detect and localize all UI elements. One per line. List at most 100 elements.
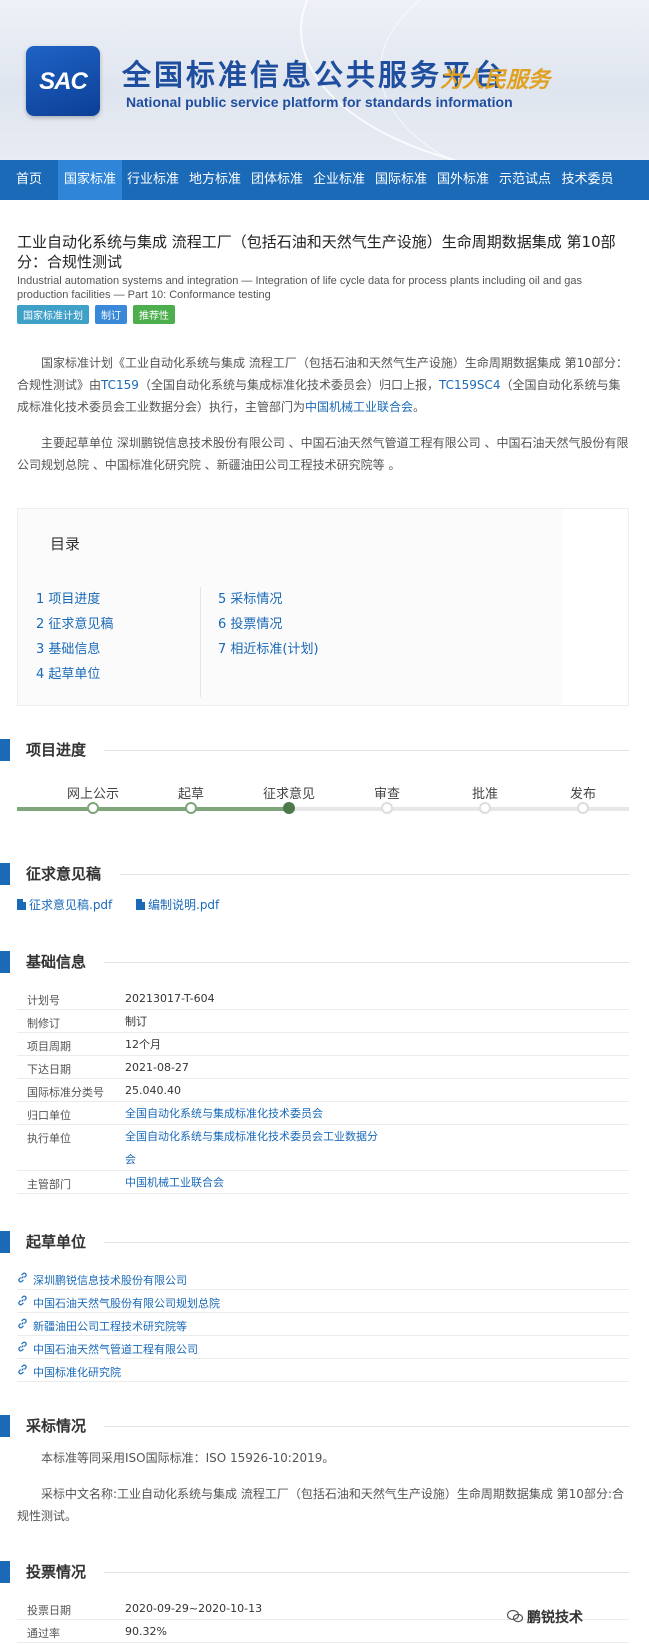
toc-column-right: 5 采标情况 6 投票情况 7 相近标准(计划) xyxy=(218,587,319,662)
drafter-item[interactable]: 中国石油天然气管道工程有限公司 xyxy=(17,1336,629,1359)
toc-divider xyxy=(200,587,201,697)
info-row: 制修订 制订 xyxy=(17,1010,629,1033)
file-icon xyxy=(136,899,145,910)
section-divider xyxy=(104,962,629,963)
section-marker xyxy=(0,863,10,885)
toc-title: 目录 xyxy=(50,535,81,553)
file-link-draft[interactable]: 征求意见稿.pdf xyxy=(17,896,112,913)
info-row: 执行单位 全国自动化系统与集成标准化技术委员会工业数据分会 xyxy=(17,1125,629,1171)
nav-item[interactable]: 地方标准 xyxy=(184,160,246,200)
info-key: 制修订 xyxy=(27,1017,60,1030)
drafter-item[interactable]: 中国石油天然气股份有限公司规划总院 xyxy=(17,1290,629,1313)
toc-panel: 目录 1 项目进度 2 征求意见稿 3 基础信息 4 起草单位 5 采标情况 6 投票情… xyxy=(18,509,563,705)
section-title: 基础信息 xyxy=(26,953,87,971)
progress-step-label: 起草 xyxy=(177,787,204,802)
site-banner: SAC 全国标准信息公共服务平台 National public service… xyxy=(0,0,649,160)
progress-fill xyxy=(17,807,289,811)
nav-item[interactable]: 行业标准 xyxy=(122,160,184,200)
progress-step-label: 批准 xyxy=(471,787,498,802)
drafter-name: 深圳鹏锐信息技术股份有限公司 xyxy=(33,1274,187,1287)
toc-link[interactable]: 4 起草单位 xyxy=(36,662,113,687)
info-row: 归口单位 全国自动化系统与集成标准化技术委员会 xyxy=(17,1102,629,1125)
progress-step-dot xyxy=(577,802,589,814)
info-value[interactable]: 全国自动化系统与集成标准化技术委员会工业数据分会 xyxy=(125,1125,385,1171)
sac-logo[interactable]: SAC xyxy=(26,46,100,116)
watermark: 鹏锐技术 xyxy=(527,1610,583,1626)
section-marker xyxy=(0,951,10,973)
progress-step-label: 审查 xyxy=(373,787,400,802)
progress-step-label: 征求意见 xyxy=(262,787,315,802)
tc159sc4-link[interactable]: TC159SC4 xyxy=(439,378,501,392)
toc-link[interactable]: 6 投票情况 xyxy=(218,612,319,637)
tag-list: 国家标准计划 制订 推荐性 xyxy=(17,305,175,324)
toc-link[interactable]: 1 项目进度 xyxy=(36,587,113,612)
main-nav: 首页 国家标准 行业标准 地方标准 团体标准 企业标准 国际标准 国外标准 示范试点 技术委员 xyxy=(0,160,649,200)
vote-value: 90.32% xyxy=(125,1625,167,1638)
section-header-adoption: 采标情况 xyxy=(0,1415,649,1439)
intro-text: 。 xyxy=(413,400,426,414)
section-title: 采标情况 xyxy=(26,1417,87,1435)
info-key: 项目周期 xyxy=(27,1040,71,1053)
nav-item[interactable]: 国际标准 xyxy=(370,160,432,200)
progress-step-dot xyxy=(479,802,491,814)
drafter-name: 中国石油天然气管道工程有限公司 xyxy=(33,1343,198,1356)
nav-item[interactable]: 国外标准 xyxy=(432,160,494,200)
section-header-drafters: 起草单位 xyxy=(0,1231,649,1255)
link-icon xyxy=(18,1272,27,1283)
section-header-drafts: 征求意见稿 xyxy=(0,863,649,887)
info-value[interactable]: 全国自动化系统与集成标准化技术委员会 xyxy=(125,1102,385,1125)
nav-item[interactable]: 首页 xyxy=(0,160,58,200)
file-name: 编制说明.pdf xyxy=(148,898,220,912)
section-marker xyxy=(0,1561,10,1583)
tc159-link[interactable]: TC159 xyxy=(101,378,139,392)
info-key: 计划号 xyxy=(27,994,60,1007)
drafter-item[interactable]: 深圳鹏锐信息技术股份有限公司 xyxy=(17,1267,629,1290)
toc-column-left: 1 项目进度 2 征求意见稿 3 基础信息 4 起草单位 xyxy=(36,587,113,687)
toc-link[interactable]: 5 采标情况 xyxy=(218,587,319,612)
drafter-item[interactable]: 中国标准化研究院 xyxy=(17,1359,629,1382)
file-name: 征求意见稿.pdf xyxy=(29,898,113,912)
info-value[interactable]: 中国机械工业联合会 xyxy=(125,1171,385,1194)
info-row: 计划号 20213017-T-604 xyxy=(17,987,629,1010)
progress-step-label: 发布 xyxy=(569,787,596,802)
progress-step-label: 网上公示 xyxy=(66,787,119,802)
info-row: 项目周期 12个月 xyxy=(17,1033,629,1056)
info-row: 下达日期 2021-08-27 xyxy=(17,1056,629,1079)
intro-text: （全国自动化系统与集成标准化技术委员会）归口上报， xyxy=(138,378,439,392)
section-title: 征求意见稿 xyxy=(26,865,102,883)
vote-key: 通过率 xyxy=(27,1627,60,1640)
progress-step-dot xyxy=(185,802,197,814)
nav-item[interactable]: 技术委员 xyxy=(556,160,619,200)
toc-link[interactable]: 2 征求意见稿 xyxy=(36,612,113,637)
section-divider xyxy=(104,1426,629,1427)
file-icon xyxy=(17,899,26,910)
vote-key: 投票日期 xyxy=(27,1604,71,1617)
authority-link[interactable]: 中国机械工业联合会 xyxy=(305,400,413,414)
section-title: 项目进度 xyxy=(26,741,87,759)
vote-value: 2020-09-29~2020-10-13 xyxy=(125,1602,263,1615)
drafter-item[interactable]: 新疆油田公司工程技术研究院等 xyxy=(17,1313,629,1336)
section-marker xyxy=(0,739,10,761)
drafter-name: 新疆油田公司工程技术研究院等 xyxy=(33,1320,187,1333)
nav-item[interactable]: 企业标准 xyxy=(308,160,370,200)
progress-step-dot xyxy=(87,802,99,814)
section-marker xyxy=(0,1415,10,1437)
table-of-contents: 目录 1 项目进度 2 征求意见稿 3 基础信息 4 起草单位 5 采标情况 6 投票情… xyxy=(17,508,629,706)
intro-paragraph: 国家标准计划《工业自动化系统与集成 流程工厂（包括石油和天然气生产设施）生命周期… xyxy=(17,352,629,418)
nav-item[interactable]: 团体标准 xyxy=(246,160,308,200)
file-link-explanation[interactable]: 编制说明.pdf xyxy=(136,896,219,913)
tag-badge: 推荐性 xyxy=(133,305,175,324)
info-value: 2021-08-27 xyxy=(125,1061,189,1074)
info-key: 下达日期 xyxy=(27,1063,71,1076)
adoption-cn-name: 采标中文名称:工业自动化系统与集成 流程工厂（包括石油和天然气生产设施）生命周期… xyxy=(17,1487,624,1523)
toc-link[interactable]: 3 基础信息 xyxy=(36,637,113,662)
standard-title: 工业自动化系统与集成 流程工厂（包括石油和天然气生产设施）生命周期数据集成 第1… xyxy=(17,233,616,271)
info-key: 归口单位 xyxy=(27,1109,71,1122)
info-key: 执行单位 xyxy=(27,1132,71,1145)
section-header-basic: 基础信息 xyxy=(0,951,649,975)
nav-item[interactable]: 示范试点 xyxy=(494,160,556,200)
nav-item[interactable]: 国家标准 xyxy=(58,160,122,200)
progress-step-dot xyxy=(381,802,393,814)
toc-link[interactable]: 7 相近标准(计划) xyxy=(218,637,319,662)
adoption-standard: 本标准等同采用ISO国际标准：ISO 15926-10:2019。 xyxy=(41,1451,335,1465)
